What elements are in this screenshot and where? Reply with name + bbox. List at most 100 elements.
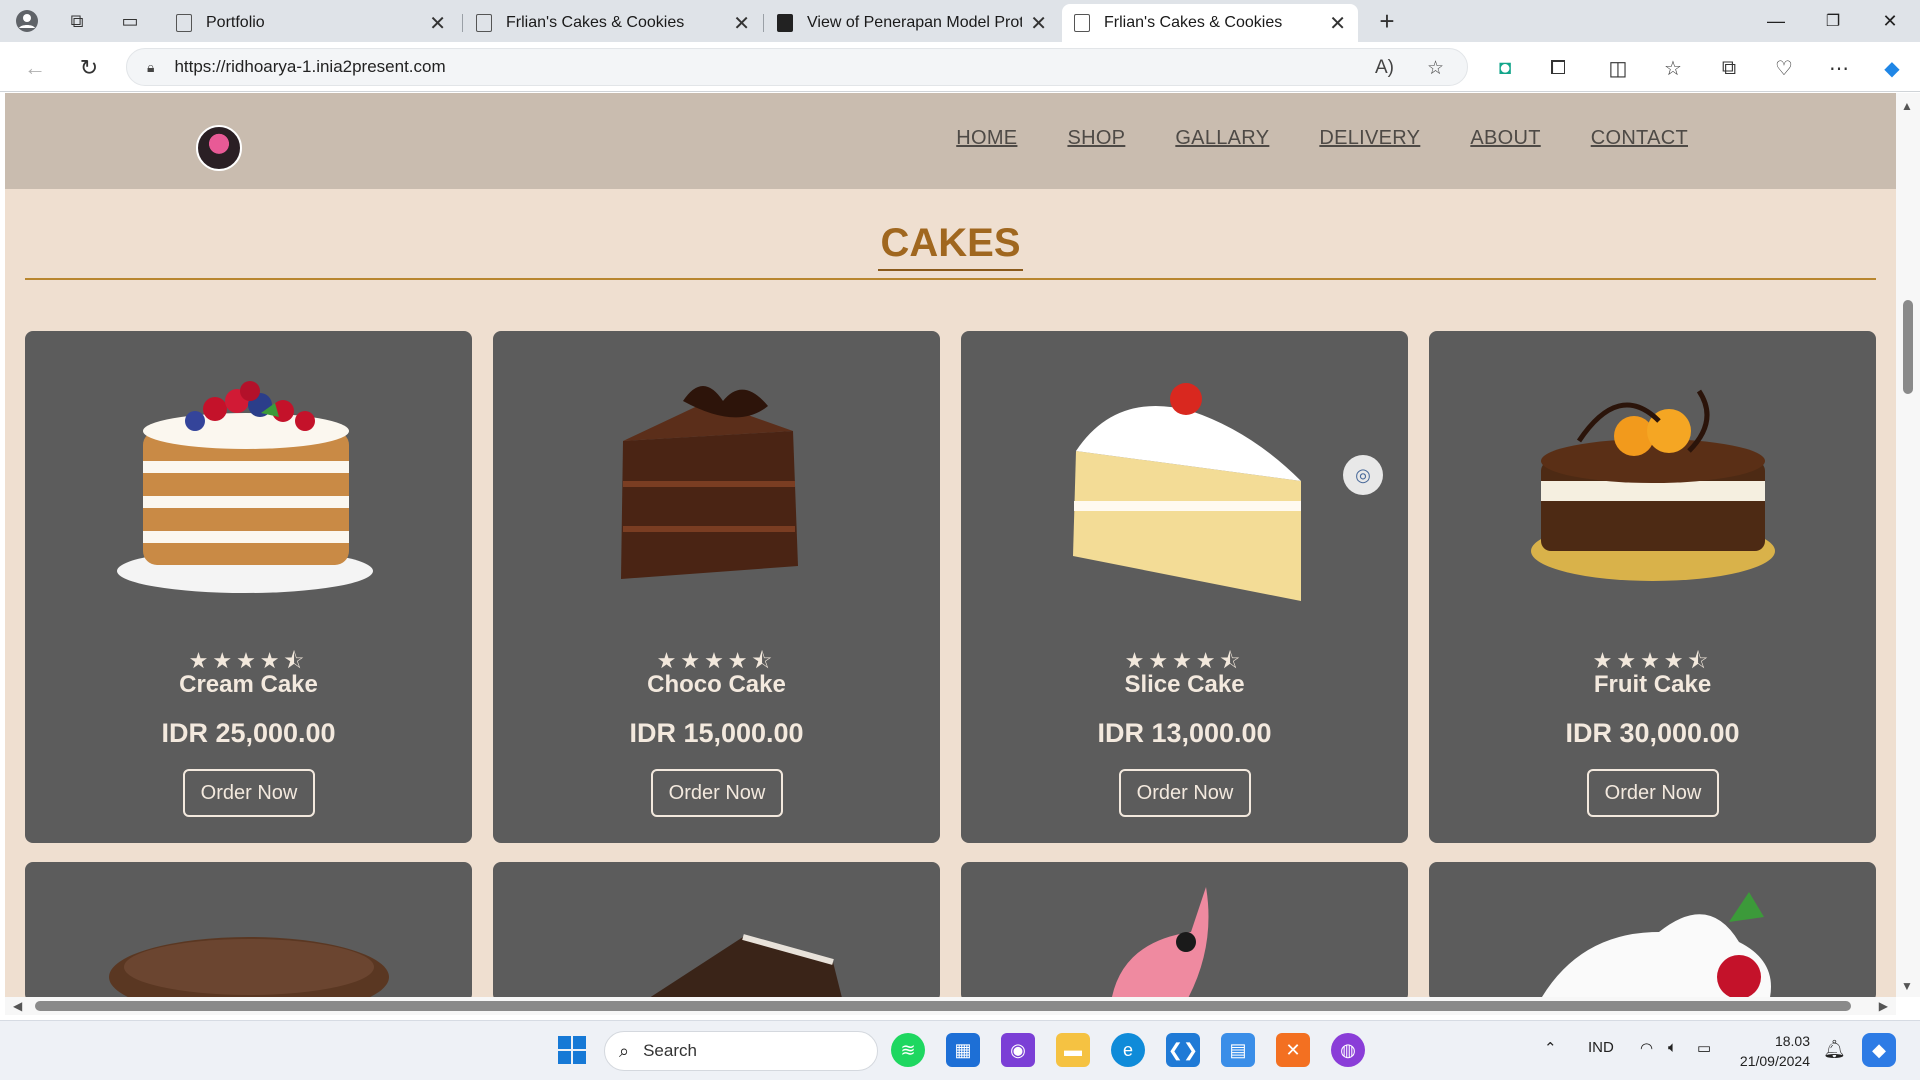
wifi-icon[interactable]: ◠ — [1640, 1039, 1653, 1057]
main-nav: HOME SHOP GALLARY DELIVERY ABOUT CONTACT — [956, 127, 1688, 150]
extension-shield-icon[interactable]: ◘ — [1489, 52, 1521, 84]
browser-essentials-icon[interactable]: ♡ — [1768, 52, 1800, 84]
section-title: CAKES — [5, 221, 1896, 271]
address-bar: ← ↻ 🔒︎ https://ridhoarya-1.inia2present.… — [0, 42, 1920, 92]
volume-icon[interactable]: 🔈︎ — [1668, 1039, 1677, 1056]
more-options-icon[interactable]: ⋯ — [1823, 52, 1855, 84]
tab-actions-icon[interactable]: ▭ — [116, 7, 144, 35]
nav-contact[interactable]: CONTACT — [1591, 127, 1688, 150]
copilot-icon[interactable]: ◆ — [1876, 52, 1908, 84]
tab-frlian-active[interactable]: Frlian's Cakes & Cookies ✕ — [1062, 4, 1358, 42]
close-icon[interactable]: ✕ — [429, 11, 446, 36]
chevron-up-icon[interactable]: ⌃ — [1544, 1039, 1557, 1057]
choco-cake-image — [621, 386, 798, 579]
product-name: Slice Cake — [1124, 671, 1245, 698]
notepad-icon[interactable]: ▤ — [1221, 1033, 1255, 1067]
tab-frlian-1[interactable]: Frlian's Cakes & Cookies ✕ — [464, 4, 762, 42]
scrollbar-thumb[interactable] — [35, 1001, 1851, 1011]
tab-title: Frlian's Cakes & Cookies — [506, 14, 685, 31]
scroll-right-icon[interactable]: ▶ — [1879, 999, 1888, 1013]
close-icon[interactable]: ✕ — [733, 11, 750, 36]
product-name: Choco Cake — [647, 671, 786, 698]
vscode-icon[interactable]: ❮❯ — [1166, 1033, 1200, 1067]
back-icon[interactable]: ← — [19, 52, 51, 84]
vertical-scrollbar[interactable]: ▲ ▼ — [1896, 93, 1920, 997]
product-price: IDR 13,000.00 — [1097, 718, 1272, 748]
site-header: HOME SHOP GALLARY DELIVERY ABOUT CONTACT — [5, 93, 1896, 189]
xampp-icon[interactable]: ✕ — [1276, 1033, 1310, 1067]
windows-start-icon[interactable] — [555, 1033, 589, 1067]
fruit-cake-image — [1531, 389, 1775, 581]
scroll-up-icon[interactable]: ▲ — [1901, 99, 1913, 113]
order-now-button[interactable]: Order Now — [183, 769, 315, 817]
lock-icon[interactable]: 🔒︎ — [147, 59, 154, 76]
tab-title: Frlian's Cakes & Cookies — [1104, 14, 1283, 31]
order-now-button[interactable]: Order Now — [1587, 769, 1719, 817]
scroll-left-icon[interactable]: ◀ — [13, 999, 22, 1013]
minimize-icon[interactable]: — — [1761, 6, 1791, 36]
product-name: Cream Cake — [179, 671, 318, 698]
store-icon[interactable]: ▦ — [946, 1033, 980, 1067]
journal-icon — [777, 14, 793, 32]
product-price: IDR 15,000.00 — [629, 718, 804, 748]
clock-date: 21/09/2024 — [1739, 1053, 1810, 1069]
extensions-icon[interactable]: ⧠ — [1542, 52, 1574, 84]
tab-penerapan[interactable]: View of Penerapan Model Prototy ✕ — [765, 4, 1059, 42]
cake-slice-image — [650, 934, 842, 997]
tab-bar: ⧉ ▭ Portfolio ✕ Frlian's Cakes & Cookies… — [0, 0, 1920, 42]
system-clock[interactable]: 18.03 21/09/2024 — [1732, 1031, 1810, 1071]
close-icon[interactable]: ✕ — [1030, 11, 1047, 36]
tab-portfolio[interactable]: Portfolio ✕ — [164, 4, 458, 42]
scroll-down-icon[interactable]: ▼ — [1901, 979, 1913, 993]
scrollbar-thumb[interactable] — [1903, 300, 1913, 394]
language-indicator[interactable]: IND — [1588, 1039, 1614, 1056]
product-card — [25, 862, 472, 997]
nav-about[interactable]: ABOUT — [1470, 127, 1540, 150]
proton-icon[interactable]: ◉ — [1001, 1033, 1035, 1067]
nav-home[interactable]: HOME — [956, 127, 1017, 150]
product-card: ★★★★⯪ Fruit Cake IDR 30,000.00 Order Now — [1429, 331, 1876, 843]
file-explorer-icon[interactable]: ▬ — [1056, 1033, 1090, 1067]
product-card: ★★★★⯪ Cream Cake IDR 25,000.00 Order Now — [25, 331, 472, 843]
product-name: Fruit Cake — [1593, 671, 1712, 698]
split-screen-icon[interactable]: ◫ — [1602, 52, 1634, 84]
collections-icon[interactable]: ⧉ — [1713, 52, 1745, 84]
favorites-icon[interactable]: ☆ — [1657, 52, 1689, 84]
github-icon[interactable]: ◍ — [1331, 1033, 1365, 1067]
restore-icon[interactable]: ❐ — [1818, 6, 1848, 36]
nav-delivery[interactable]: DELIVERY — [1319, 127, 1420, 150]
url-field[interactable]: 🔒︎ https://ridhoarya-1.inia2present.com … — [126, 48, 1468, 86]
chocolate-tart-image — [109, 937, 389, 997]
close-window-icon[interactable]: ✕ — [1875, 6, 1905, 36]
slice-cake-image — [1073, 383, 1301, 601]
tab-title: Portfolio — [206, 14, 265, 31]
spotify-icon[interactable]: ≋ — [891, 1033, 925, 1067]
close-icon[interactable]: ✕ — [1329, 11, 1346, 36]
profile-icon[interactable] — [13, 7, 41, 35]
horizontal-scrollbar[interactable]: ◀ ▶ — [5, 997, 1896, 1015]
tab-title: View of Penerapan Model Prototy — [807, 14, 1023, 31]
product-card — [1429, 862, 1876, 997]
edge-icon[interactable]: e — [1111, 1033, 1145, 1067]
cream-cake-image — [117, 381, 373, 593]
site-logo[interactable] — [196, 125, 242, 171]
visual-search-icon[interactable]: ◎ — [1343, 455, 1383, 495]
copilot-taskbar-icon[interactable]: ◆ — [1862, 1033, 1896, 1067]
workspaces-icon[interactable]: ⧉ — [63, 7, 91, 35]
taskbar-search[interactable]: ⌕ Search — [604, 1031, 878, 1071]
new-tab-icon[interactable]: + — [1373, 6, 1401, 36]
favorite-star-icon[interactable]: ☆ — [1427, 49, 1444, 87]
battery-icon[interactable]: ▭ — [1697, 1039, 1711, 1057]
nav-gallary[interactable]: GALLARY — [1175, 127, 1269, 150]
order-now-button[interactable]: Order Now — [1119, 769, 1251, 817]
url-text: https://ridhoarya-1.inia2present.com — [174, 57, 446, 76]
notification-bell-icon[interactable]: 🔔︎ — [1823, 1039, 1846, 1060]
nav-shop[interactable]: SHOP — [1067, 127, 1125, 150]
refresh-icon[interactable]: ↻ — [73, 52, 105, 84]
order-now-button[interactable]: Order Now — [651, 769, 783, 817]
product-card: ★★★★⯪ Slice Cake IDR 13,000.00 Order Now — [961, 331, 1408, 843]
page-icon — [476, 14, 492, 32]
read-aloud-icon[interactable]: A) — [1375, 49, 1394, 87]
product-card — [961, 862, 1408, 997]
search-icon: ⌕ — [619, 1040, 630, 1061]
